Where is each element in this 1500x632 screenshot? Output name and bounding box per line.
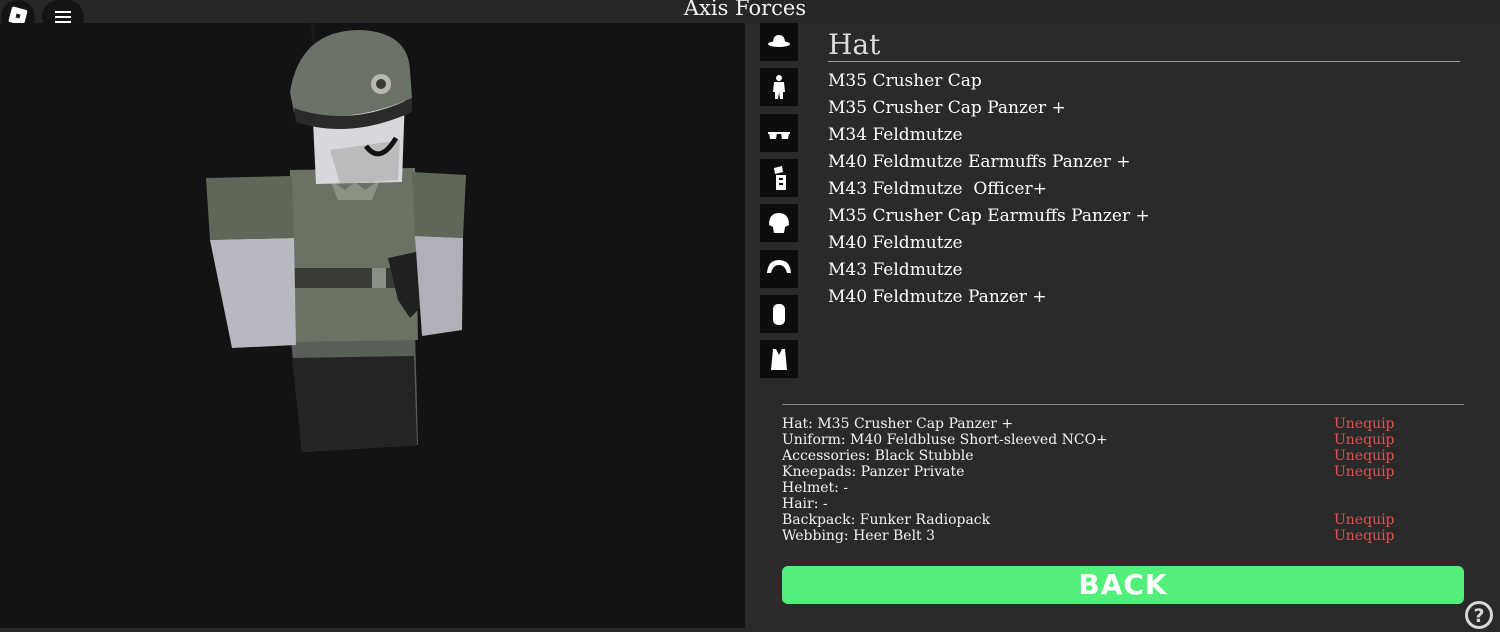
summary-row-uniform: Uniform: M40 Feldbluse Short-sleeved NCO… [782, 432, 1402, 448]
unequip-hat-button[interactable]: Unequip [1334, 416, 1395, 432]
item-option[interactable]: M35 Crusher Cap Earmuffs Panzer + [828, 203, 1150, 230]
hamburger-menu-icon [55, 11, 71, 13]
category-accessories-button[interactable] [760, 114, 798, 152]
category-uniform-button[interactable] [760, 68, 798, 106]
summary-row-backpack: Backpack: Funker Radiopack Unequip [782, 512, 1402, 528]
summary-label: Helmet: - [782, 480, 849, 496]
uniform-icon [773, 75, 785, 99]
summary-label: Accessories: Black Stubble [782, 448, 974, 464]
item-option[interactable]: M43 Feldmutze [828, 257, 1150, 284]
summary-label: Hair: - [782, 496, 828, 512]
vest-icon [771, 349, 787, 370]
kneepads-icon [774, 166, 786, 190]
item-option[interactable]: M40 Feldmutze [828, 230, 1150, 257]
category-webbing-button[interactable] [760, 340, 798, 378]
summary-row-accessories: Accessories: Black Stubble Unequip [782, 448, 1402, 464]
hat-icon [768, 35, 790, 47]
category-kneepads-button[interactable] [760, 159, 798, 197]
loadout-panel: Hat M35 Crusher Cap M35 Crusher Cap Panz… [745, 23, 1500, 628]
unequip-backpack-button[interactable]: Unequip [1334, 512, 1395, 528]
summary-row-hat: Hat: M35 Crusher Cap Panzer + Unequip [782, 416, 1402, 432]
summary-row-hair: Hair: - [782, 496, 1402, 512]
unequip-accessories-button[interactable]: Unequip [1334, 448, 1395, 464]
window-title: Axis Forces [683, 0, 807, 19]
category-hat-button[interactable] [760, 23, 798, 61]
item-option[interactable]: M35 Crusher Cap [828, 68, 1150, 95]
summary-label: Hat: M35 Crusher Cap Panzer + [782, 416, 1014, 432]
summary-label: Kneepads: Panzer Private [782, 464, 965, 480]
equipped-summary: Hat: M35 Crusher Cap Panzer + Unequip Un… [782, 416, 1402, 544]
item-option[interactable]: M43 Feldmutze Officer+ [828, 176, 1150, 203]
item-option[interactable]: M40 Feldmutze Panzer + [828, 284, 1150, 311]
item-option[interactable]: M40 Feldmutze Earmuffs Panzer + [828, 149, 1150, 176]
summary-row-kneepads: Kneepads: Panzer Private Unequip [782, 464, 1402, 480]
glasses-icon [768, 132, 790, 139]
item-option[interactable]: M35 Crusher Cap Panzer + [828, 95, 1150, 122]
category-helmet-button[interactable] [760, 204, 798, 242]
category-hair-button[interactable] [760, 250, 798, 288]
summary-label: Webbing: Heer Belt 3 [782, 528, 936, 544]
unequip-webbing-button[interactable]: Unequip [1334, 528, 1395, 544]
unequip-uniform-button[interactable]: Unequip [1334, 432, 1395, 448]
character-model [206, 22, 466, 452]
hamburger-line [55, 16, 71, 18]
unequip-kneepads-button[interactable]: Unequip [1334, 464, 1395, 480]
helmet-icon [769, 213, 789, 233]
character-viewport[interactable] [0, 22, 745, 628]
help-icon[interactable]: ? [1465, 601, 1493, 629]
category-title-divider [828, 61, 1460, 62]
item-option[interactable]: M34 Feldmutze [828, 122, 1150, 149]
backpack-icon [773, 304, 785, 325]
summary-label: Backpack: Funker Radiopack [782, 512, 991, 528]
category-backpack-button[interactable] [760, 295, 798, 333]
category-title: Hat [828, 28, 881, 61]
hair-icon [767, 260, 791, 273]
back-button[interactable]: BACK [782, 566, 1464, 604]
summary-row-webbing: Webbing: Heer Belt 3 Unequip [782, 528, 1402, 544]
item-list: M35 Crusher Cap M35 Crusher Cap Panzer +… [828, 68, 1150, 311]
summary-row-helmet: Helmet: - [782, 480, 1402, 496]
summary-label: Uniform: M40 Feldbluse Short-sleeved NCO… [782, 432, 1108, 448]
summary-divider [782, 404, 1464, 405]
